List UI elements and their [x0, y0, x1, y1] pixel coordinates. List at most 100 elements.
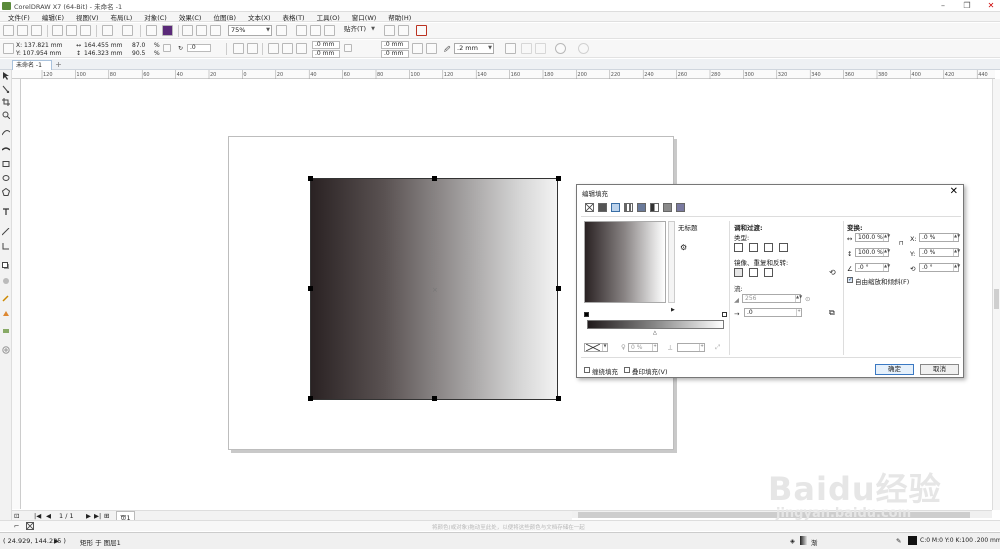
- prev-page-icon[interactable]: ◀: [46, 512, 51, 520]
- fill-lock-icon[interactable]: ⊓: [899, 240, 904, 247]
- save-preset-icon[interactable]: ⚙: [680, 243, 687, 252]
- two-color-pattern-icon[interactable]: [650, 203, 659, 212]
- show-grid-icon[interactable]: [310, 25, 321, 36]
- ellipse-tool-icon[interactable]: [2, 174, 10, 182]
- freehand-tool-icon[interactable]: [1, 128, 11, 136]
- menu-file[interactable]: 文件(F): [2, 12, 36, 22]
- horizontal-ruler[interactable]: 120 100 80 60 40 20 0 20 40 60 80 100 120 140 160 180 20…: [12, 70, 995, 79]
- add-tool-icon[interactable]: [2, 346, 10, 354]
- import-icon[interactable]: [182, 25, 193, 36]
- wrap-fill-checkbox[interactable]: [584, 367, 590, 373]
- menu-window[interactable]: 窗口(W): [346, 12, 383, 22]
- selection-handle-tr[interactable]: [556, 176, 561, 181]
- repeat-mirror-icon[interactable]: [749, 268, 758, 277]
- zoom-combo[interactable]: 75% ▼: [228, 25, 272, 36]
- vertical-scrollbar[interactable]: [992, 79, 1000, 510]
- menu-bitmaps[interactable]: 位图(B): [207, 12, 242, 22]
- show-guidelines-icon[interactable]: [324, 25, 335, 36]
- mirror-horizontal-icon[interactable]: [233, 43, 244, 54]
- corner-lock-icon[interactable]: [344, 44, 352, 52]
- save-icon[interactable]: [31, 25, 42, 36]
- fill-height-input[interactable]: 100.0 % ▲▼: [855, 248, 890, 257]
- corner-radius-tr[interactable]: .0 mm: [381, 41, 409, 49]
- round-corner-icon[interactable]: [268, 43, 279, 54]
- scale-x[interactable]: 87.0: [132, 42, 145, 49]
- page-options-icon[interactable]: ⊡: [14, 512, 19, 520]
- vector-pattern-icon[interactable]: [624, 203, 633, 212]
- ok-button[interactable]: 确定: [875, 364, 914, 375]
- last-page-icon[interactable]: ▶|: [94, 512, 101, 520]
- maximize-icon[interactable]: ❐: [960, 0, 974, 11]
- no-color-swatch-icon[interactable]: [26, 522, 34, 530]
- selection-handle-br[interactable]: [556, 396, 561, 401]
- menu-tools[interactable]: 工具(O): [311, 12, 346, 22]
- options-icon[interactable]: [384, 25, 395, 36]
- rotate-fill-input[interactable]: .0 ° ▲▼: [919, 263, 960, 272]
- elliptical-gradient-icon[interactable]: [749, 243, 758, 252]
- scale-y[interactable]: 90.5: [132, 50, 145, 57]
- steps-input[interactable]: 256 ▲▼: [742, 294, 802, 303]
- node-transparency-input[interactable]: 0 % +: [628, 343, 658, 352]
- cancel-button[interactable]: 取消: [920, 364, 959, 375]
- free-scale-checkbox[interactable]: [847, 276, 853, 283]
- paste-icon[interactable]: [80, 25, 91, 36]
- artistic-media-icon[interactable]: [1, 144, 11, 152]
- no-fill-icon[interactable]: [585, 203, 594, 212]
- search-content-icon[interactable]: [146, 25, 157, 36]
- fountain-fill-icon[interactable]: [611, 203, 620, 212]
- wrap-text-icon[interactable]: [426, 43, 437, 54]
- scroll-thumb[interactable]: [578, 512, 970, 518]
- dialog-close-icon[interactable]: ✕: [950, 186, 958, 197]
- menu-view[interactable]: 视图(V): [70, 12, 105, 22]
- parallel-dimension-icon[interactable]: [1, 227, 10, 236]
- vertical-ruler[interactable]: [12, 79, 21, 509]
- to-back-icon[interactable]: [521, 43, 532, 54]
- default-fill-icon[interactable]: [734, 268, 743, 277]
- corner-radius-tl[interactable]: .0 mm: [312, 41, 340, 49]
- selection-handle-bl[interactable]: [308, 396, 313, 401]
- overprint-checkbox[interactable]: [624, 367, 630, 373]
- outline-width-combo[interactable]: .2 mm ▼: [454, 43, 494, 54]
- export-icon[interactable]: [196, 25, 207, 36]
- drop-shadow-icon[interactable]: [2, 262, 10, 270]
- relative-corner-scaling-icon[interactable]: [412, 43, 423, 54]
- gradient-stop-start[interactable]: [584, 312, 589, 317]
- redo-icon[interactable]: [122, 25, 133, 36]
- first-page-icon[interactable]: |◀: [34, 512, 41, 520]
- acceleration-input[interactable]: .0 +: [744, 308, 802, 317]
- scalloped-corner-icon[interactable]: [282, 43, 293, 54]
- x-position[interactable]: X: 137.821 mm: [16, 42, 62, 49]
- outline-color-swatch[interactable]: [908, 536, 917, 545]
- uniform-fill-icon[interactable]: [598, 203, 607, 212]
- gradient-stop-end[interactable]: [722, 312, 727, 317]
- preview-scroll[interactable]: [668, 221, 675, 303]
- tab-untitled-1[interactable]: 未命名 -1: [12, 60, 52, 70]
- rotation-angle-input[interactable]: .0: [187, 44, 211, 52]
- gradient-rectangle[interactable]: ×: [308, 176, 561, 401]
- shape-tool-icon[interactable]: [2, 85, 10, 94]
- menu-help[interactable]: 帮助(H): [382, 12, 417, 22]
- rectangular-gradient-icon[interactable]: [779, 243, 788, 252]
- skew-input[interactable]: .0 ° ▲▼: [855, 263, 890, 272]
- minimize-icon[interactable]: –: [936, 0, 950, 11]
- preview-arrow-icon[interactable]: ▶: [671, 307, 675, 313]
- selection-handle-b[interactable]: [432, 396, 437, 401]
- bitmap-pattern-icon[interactable]: [637, 203, 646, 212]
- fill-swatch[interactable]: [800, 536, 808, 545]
- cut-icon[interactable]: [52, 25, 63, 36]
- selection-handle-r[interactable]: [556, 286, 561, 291]
- fill-width-input[interactable]: 100.0 % ▲▼: [855, 233, 890, 242]
- interactive-fill-icon[interactable]: [2, 310, 10, 318]
- conical-gradient-icon[interactable]: [764, 243, 773, 252]
- copy-icon[interactable]: [66, 25, 77, 36]
- to-front-icon[interactable]: [505, 43, 516, 54]
- reverse-icon[interactable]: ⟲: [829, 268, 836, 277]
- object-origin-icon[interactable]: [3, 43, 14, 54]
- rectangle-tool-icon[interactable]: [2, 160, 10, 168]
- menu-object[interactable]: 对象(C): [138, 12, 173, 22]
- status-arrow-icon[interactable]: ▶: [54, 537, 59, 545]
- full-screen-icon[interactable]: [276, 25, 287, 36]
- menu-table[interactable]: 表格(T): [277, 12, 311, 22]
- object-width[interactable]: 164.455 mm: [84, 42, 122, 49]
- open-icon[interactable]: [17, 25, 28, 36]
